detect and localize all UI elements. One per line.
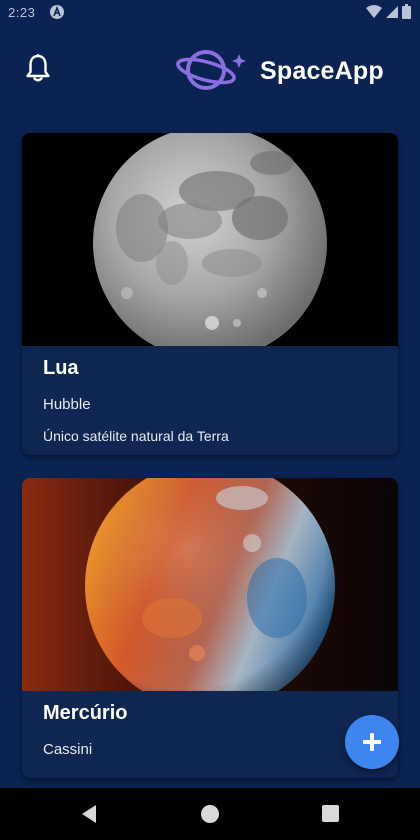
card-subtitle: Hubble xyxy=(43,396,91,413)
planet-card-mercurio[interactable]: Mercúrio Cassini xyxy=(22,478,398,778)
status-time: 2:23 xyxy=(8,5,36,20)
add-button[interactable] xyxy=(345,715,399,769)
battery-icon xyxy=(402,4,411,22)
card-subtitle: Cassini xyxy=(43,741,93,758)
plus-icon xyxy=(363,733,381,751)
moon-photo xyxy=(22,133,398,346)
card-title: Lua xyxy=(43,357,79,379)
app-screen: 2:23 SpaceApp Lua Hubble Único satélite … xyxy=(0,0,420,840)
mercury-colored-photo xyxy=(22,478,398,691)
card-description: Único satélite natural da Terra xyxy=(43,428,229,444)
system-nav-bar xyxy=(0,788,420,840)
app-name: SpaceApp xyxy=(260,57,384,85)
card-title: Mercúrio xyxy=(43,702,128,724)
wifi-icon xyxy=(366,5,382,22)
recents-square-icon[interactable] xyxy=(322,805,339,822)
back-triangle-icon[interactable] xyxy=(80,804,98,824)
home-circle-icon[interactable] xyxy=(201,805,219,823)
app-header: SpaceApp xyxy=(0,40,420,110)
status-bar: 2:23 xyxy=(0,0,420,26)
a-letter-icon xyxy=(50,5,64,19)
signal-icon xyxy=(384,5,398,22)
planet-card-lua[interactable]: Lua Hubble Único satélite natural da Ter… xyxy=(22,133,398,455)
planet-ring-star-icon xyxy=(176,44,256,94)
bell-icon[interactable] xyxy=(22,52,54,84)
